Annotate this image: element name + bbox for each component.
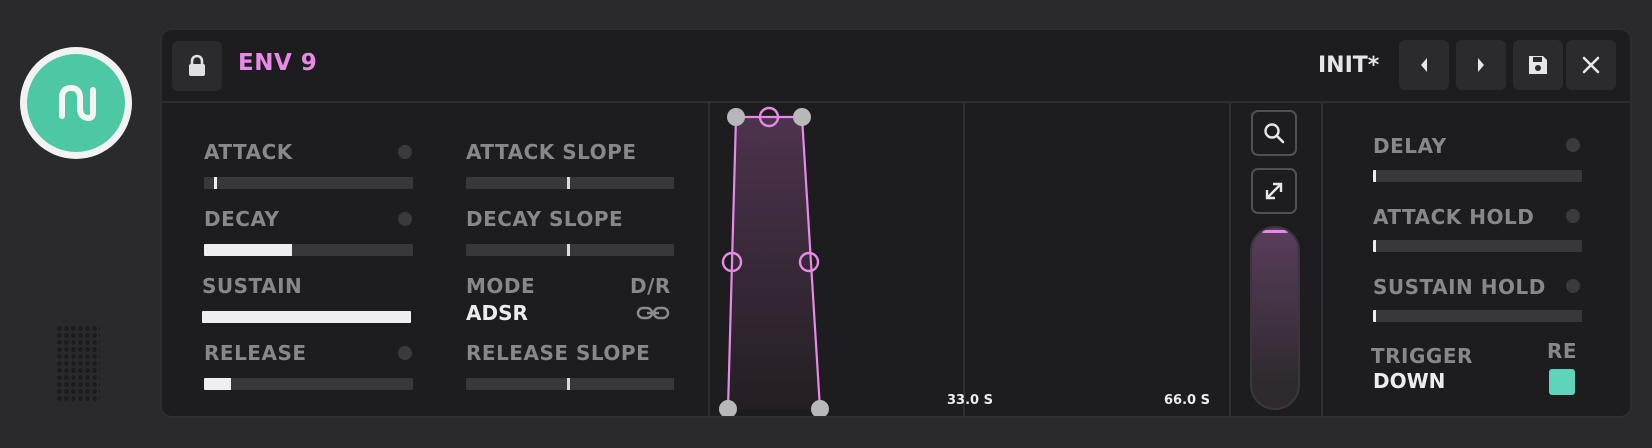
decay-slider[interactable] [204, 244, 413, 256]
link-icon [636, 306, 670, 320]
release-slope-marker[interactable] [567, 378, 570, 390]
release-label: RELEASE [204, 341, 307, 365]
preset-name[interactable]: INIT* [1318, 53, 1379, 78]
expand-icon [1265, 182, 1283, 200]
zoom-button[interactable] [1251, 110, 1297, 156]
attack-slope-slider[interactable] [466, 177, 674, 189]
zoom-column-divider [1321, 103, 1323, 416]
attack-slope-label: ATTACK SLOPE [466, 140, 637, 164]
dr-label: D/R [630, 274, 671, 298]
time-marker-1: 33.0 S [947, 393, 993, 408]
close-button[interactable] [1566, 40, 1616, 90]
graph-right-divider [1229, 103, 1231, 416]
save-button[interactable] [1513, 40, 1563, 90]
delay-mod-dot[interactable] [1566, 138, 1580, 152]
attack-slider-thumb[interactable] [213, 177, 217, 189]
sustain-hold-mod-dot[interactable] [1566, 279, 1580, 293]
time-marker-2: 66.0 S [1164, 393, 1210, 408]
sustain-slider-fill [202, 311, 411, 323]
re-label: RE [1547, 339, 1578, 363]
release-mod-dot[interactable] [398, 346, 412, 360]
previous-preset-button[interactable] [1399, 40, 1449, 90]
close-icon [1582, 56, 1600, 74]
zoom-slider-indicator [1262, 230, 1288, 233]
release-slider[interactable] [204, 378, 413, 390]
mode-value[interactable]: ADSR [466, 301, 528, 325]
sustain-hold-label: SUSTAIN HOLD [1373, 275, 1546, 299]
decay-slider-fill [204, 244, 292, 256]
chevron-left-icon [1421, 58, 1427, 72]
attack-label: ATTACK [204, 140, 293, 164]
graph-left-divider [708, 103, 710, 416]
decay-label: DECAY [204, 207, 280, 231]
envelope-title: ENV 9 [238, 50, 318, 76]
re-toggle[interactable] [1549, 369, 1575, 395]
attack-peak-node[interactable] [727, 108, 745, 126]
delay-label: DELAY [1373, 134, 1447, 158]
release-slope-slider[interactable] [466, 378, 674, 390]
search-icon [1264, 123, 1285, 144]
lock-button[interactable] [172, 41, 222, 91]
attack-hold-label: ATTACK HOLD [1373, 205, 1535, 229]
delay-slider[interactable] [1373, 170, 1582, 182]
trigger-label: TRIGGER [1371, 344, 1473, 368]
attack-hold-slider-thumb[interactable] [1373, 240, 1376, 252]
release-slope-label: RELEASE SLOPE [466, 341, 651, 365]
sustain-slider[interactable] [202, 311, 411, 323]
app-logo[interactable] [20, 47, 132, 159]
attack-slope-marker[interactable] [567, 177, 570, 189]
decay-slope-slider[interactable] [466, 244, 674, 256]
sustain-hold-slider-thumb[interactable] [1373, 310, 1376, 322]
attack-hold-mod-dot[interactable] [1566, 209, 1580, 223]
mode-label: MODE [466, 274, 536, 298]
expand-button[interactable] [1251, 168, 1297, 214]
dr-link-button[interactable] [636, 305, 670, 325]
logo-icon [27, 54, 125, 152]
decay-slope-marker[interactable] [567, 244, 570, 256]
lock-icon [189, 54, 205, 76]
trigger-value[interactable]: DOWN [1373, 369, 1445, 393]
delay-slider-thumb[interactable] [1373, 170, 1376, 182]
sustain-label: SUSTAIN [202, 274, 303, 298]
sustain-hold-slider[interactable] [1373, 310, 1582, 322]
drag-grip-handle[interactable] [56, 325, 100, 402]
decay-end-node[interactable] [793, 108, 811, 126]
next-preset-button[interactable] [1456, 40, 1506, 90]
attack-mod-dot[interactable] [398, 145, 412, 159]
chevron-right-icon [1478, 58, 1484, 72]
release-slider-fill [204, 378, 232, 390]
save-icon [1529, 56, 1547, 74]
zoom-vertical-slider[interactable] [1250, 226, 1300, 410]
envelope-graph[interactable] [712, 103, 1228, 416]
attack-slider[interactable] [204, 177, 413, 189]
decay-slope-label: DECAY SLOPE [466, 207, 624, 231]
attack-hold-slider[interactable] [1373, 240, 1582, 252]
decay-mod-dot[interactable] [398, 212, 412, 226]
